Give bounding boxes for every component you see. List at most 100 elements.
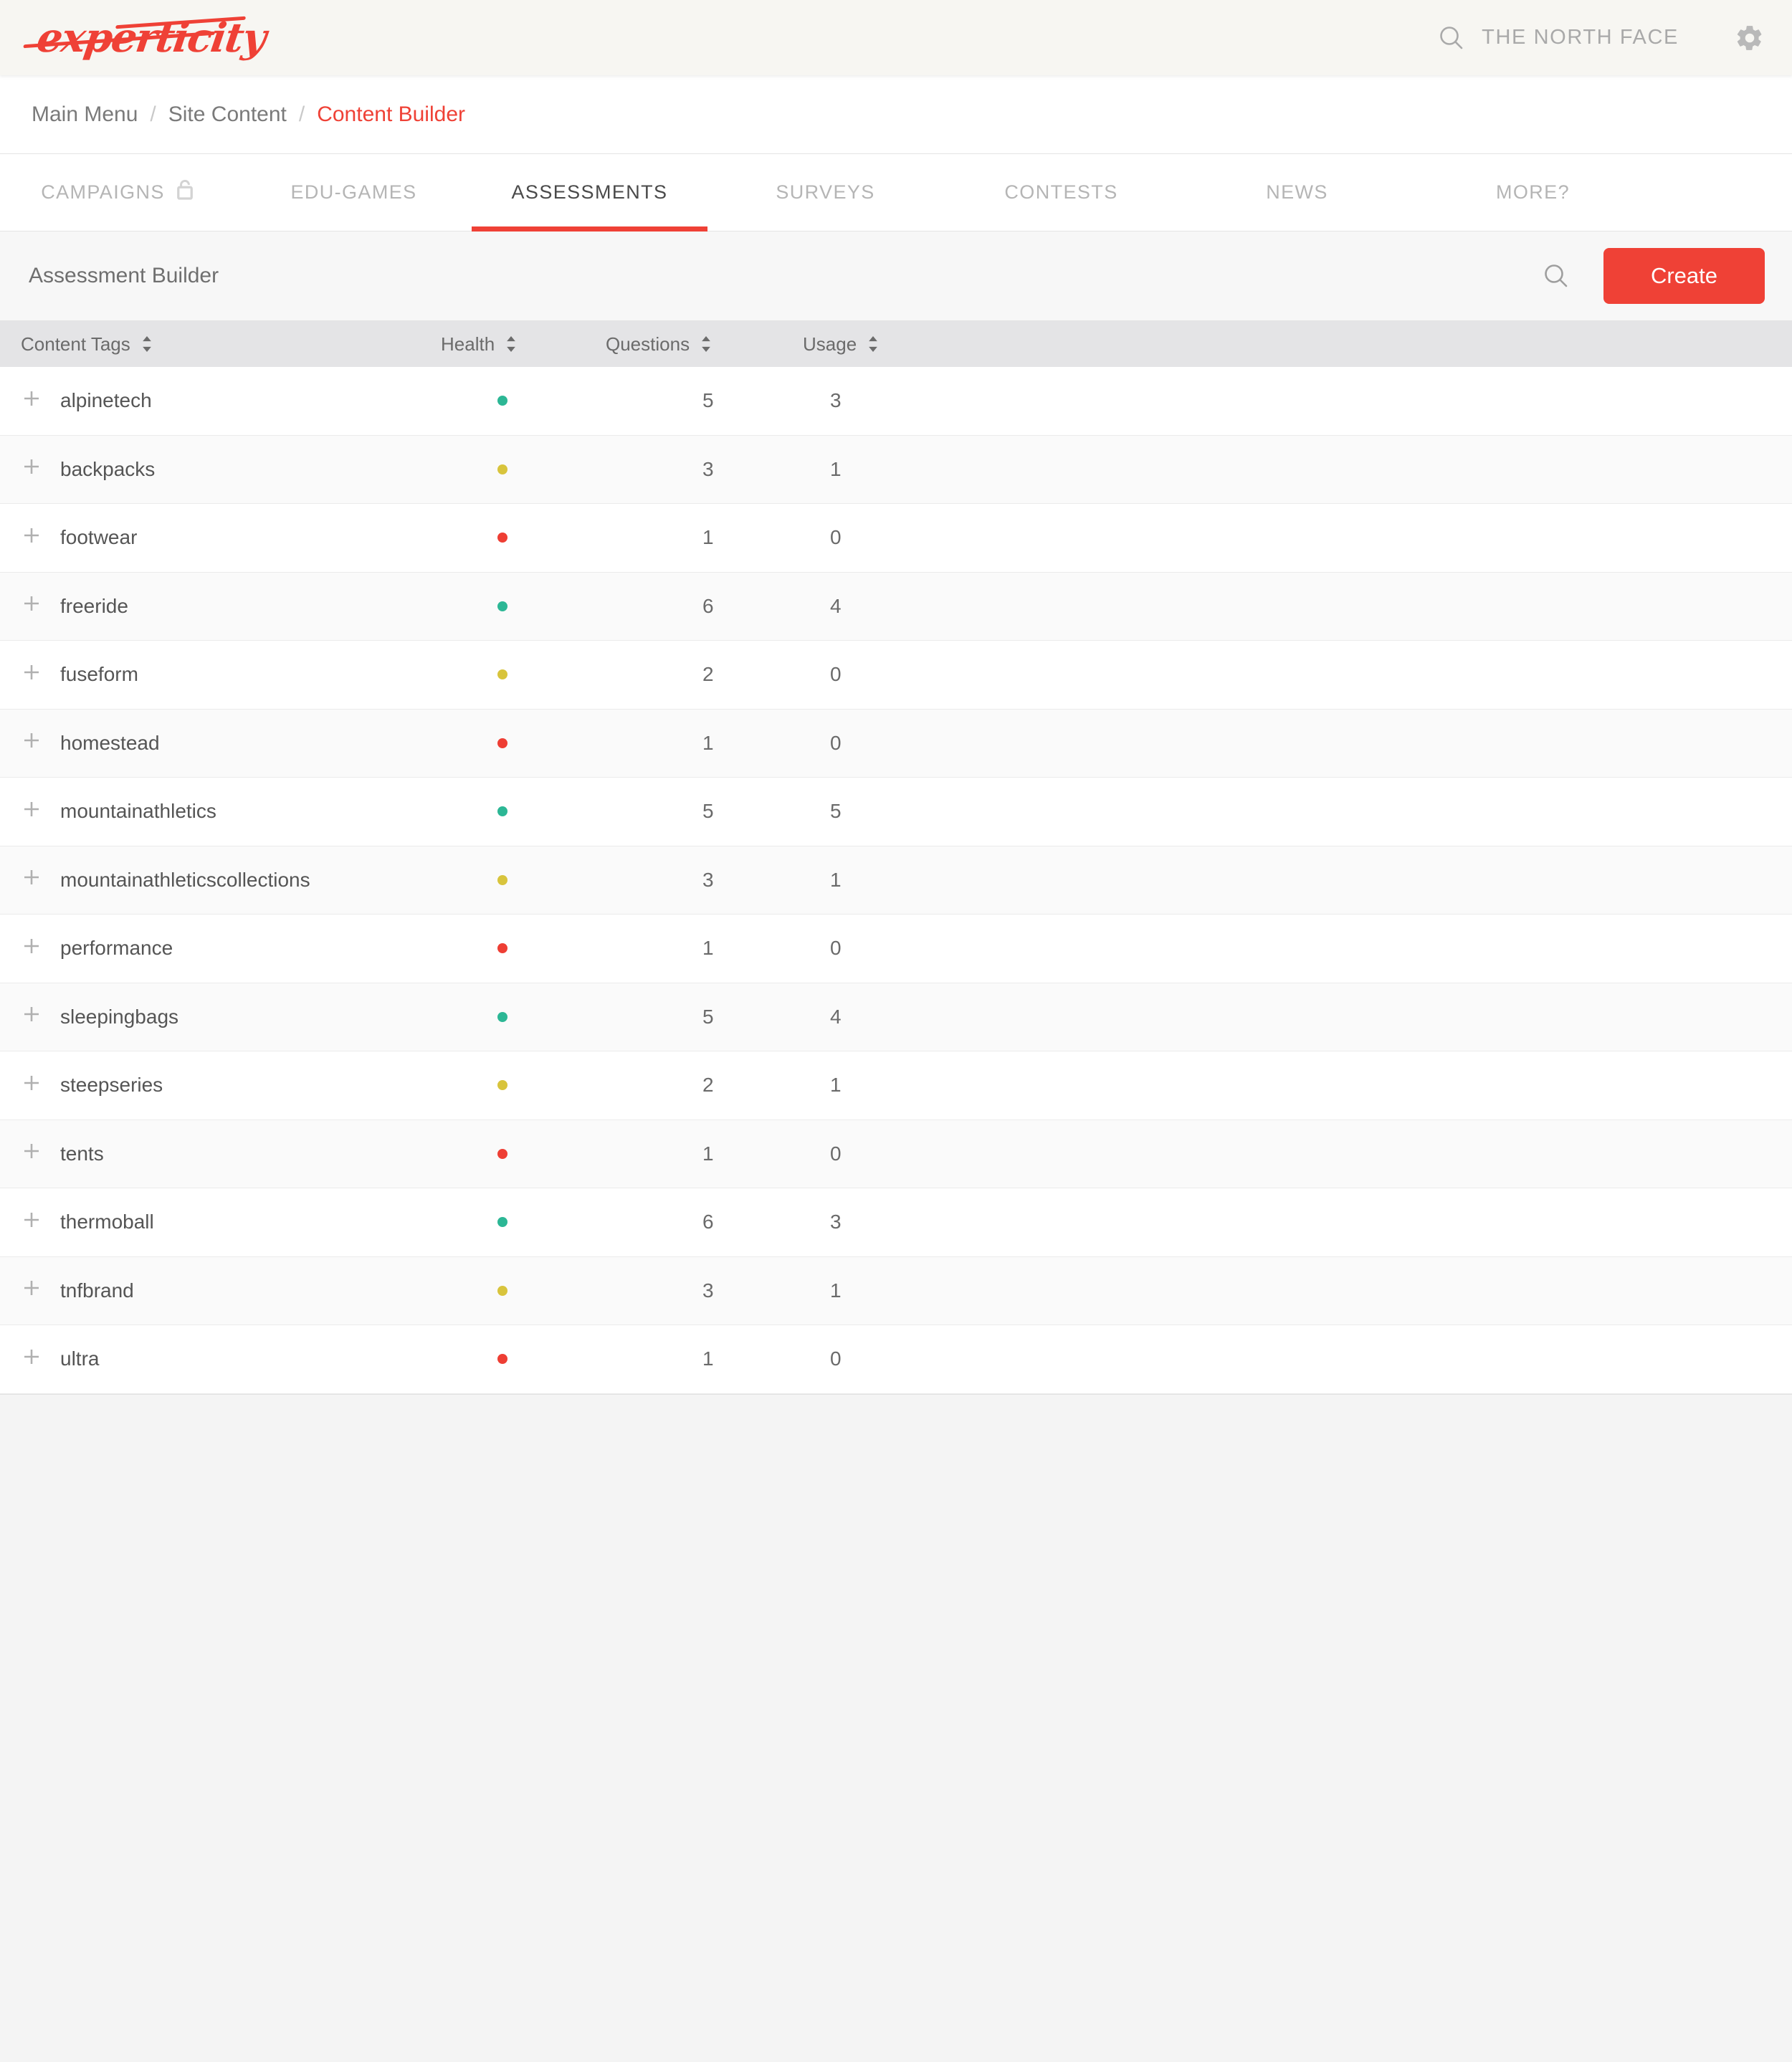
- expand-plus-icon[interactable]: [21, 1072, 42, 1099]
- tab-campaigns[interactable]: CAMPAIGNS: [0, 154, 236, 231]
- sort-icon[interactable]: [699, 335, 713, 353]
- top-bar-right: THE NORTH FACE: [1437, 23, 1765, 53]
- cell-health: [441, 943, 606, 954]
- column-header-questions[interactable]: Questions: [606, 333, 803, 355]
- lock-icon: [175, 178, 195, 203]
- cell-usage: 1: [830, 457, 842, 480]
- cell-questions: 1: [702, 731, 714, 754]
- table-row[interactable]: fuseform 2 0: [0, 641, 1792, 710]
- health-status-dot: [497, 874, 507, 885]
- brand-switcher[interactable]: THE NORTH FACE: [1437, 24, 1679, 52]
- expand-plus-icon[interactable]: [21, 798, 42, 825]
- tab-label: SURVEYS: [776, 181, 875, 203]
- expand-plus-icon[interactable]: [21, 730, 42, 756]
- table-row[interactable]: ultra 1 0: [0, 1325, 1792, 1394]
- tab-edu-games[interactable]: EDU-GAMES: [236, 154, 472, 231]
- cell-usage: 0: [830, 1142, 842, 1165]
- cell-questions: 1: [702, 937, 714, 960]
- expand-plus-icon[interactable]: [21, 1003, 42, 1030]
- content-tag-label: tnfbrand: [60, 1279, 134, 1302]
- search-icon[interactable]: [1542, 262, 1571, 290]
- breadcrumb-item-main-menu[interactable]: Main Menu: [32, 102, 138, 127]
- breadcrumb-item-site-content[interactable]: Site Content: [168, 102, 287, 127]
- cell-health: [441, 396, 606, 406]
- cell-health: [441, 1080, 606, 1091]
- breadcrumb-separator: /: [150, 102, 156, 126]
- table-row[interactable]: mountainathletics 5 5: [0, 778, 1792, 846]
- content-tag-label: steepseries: [60, 1074, 163, 1097]
- cell-questions: 3: [702, 457, 714, 480]
- cell-health: [441, 1217, 606, 1228]
- brand-name-label: THE NORTH FACE: [1482, 26, 1679, 49]
- cell-content-tag: thermoball: [0, 1209, 441, 1236]
- content-tag-label: mountainathletics: [60, 800, 216, 823]
- table-row[interactable]: homestead 1 0: [0, 709, 1792, 778]
- table-row[interactable]: backpacks 3 1: [0, 435, 1792, 504]
- cell-questions: 6: [702, 594, 714, 617]
- expand-plus-icon[interactable]: [21, 935, 42, 962]
- column-header-usage[interactable]: Usage: [803, 333, 1018, 355]
- cell-usage: 4: [830, 1005, 842, 1028]
- expand-plus-icon[interactable]: [21, 1277, 42, 1304]
- content-tag-label: footwear: [60, 526, 138, 549]
- table-row[interactable]: thermoball 6 3: [0, 1188, 1792, 1257]
- content-tag-label: tents: [60, 1142, 104, 1165]
- tab-more[interactable]: MORE?: [1415, 154, 1651, 231]
- expand-plus-icon[interactable]: [21, 662, 42, 688]
- column-label: Questions: [606, 333, 690, 355]
- cell-questions: 3: [702, 868, 714, 891]
- cell-questions: 2: [702, 1074, 714, 1097]
- table-row[interactable]: alpinetech 5 3: [0, 367, 1792, 436]
- health-status-dot: [497, 1080, 507, 1091]
- expand-plus-icon[interactable]: [21, 456, 42, 482]
- table-row[interactable]: footwear 1 0: [0, 504, 1792, 573]
- cell-questions: 5: [702, 389, 714, 412]
- health-status-dot: [497, 601, 507, 611]
- health-status-dot: [497, 396, 507, 406]
- tab-contests[interactable]: CONTESTS: [943, 154, 1179, 231]
- sort-icon[interactable]: [866, 335, 880, 353]
- logo-text: experticity: [34, 14, 269, 62]
- breadcrumb-separator: /: [298, 102, 305, 126]
- expand-plus-icon[interactable]: [21, 388, 42, 414]
- cell-content-tag: freeride: [0, 593, 441, 619]
- tab-assessments[interactable]: ASSESSMENTS: [472, 154, 707, 232]
- cell-usage: 1: [830, 1279, 842, 1302]
- gear-icon[interactable]: [1735, 23, 1765, 53]
- cell-content-tag: performance: [0, 935, 441, 962]
- cell-health: [441, 806, 606, 817]
- table-row[interactable]: steepseries 2 1: [0, 1051, 1792, 1120]
- tab-news[interactable]: NEWS: [1179, 154, 1415, 231]
- table-row[interactable]: tnfbrand 3 1: [0, 1256, 1792, 1325]
- expand-plus-icon[interactable]: [21, 1209, 42, 1236]
- experticity-logo[interactable]: experticity: [29, 14, 268, 62]
- expand-plus-icon[interactable]: [21, 1140, 42, 1167]
- expand-plus-icon[interactable]: [21, 593, 42, 619]
- cell-questions: 5: [702, 1005, 714, 1028]
- expand-plus-icon[interactable]: [21, 1346, 42, 1373]
- cell-health: [441, 601, 606, 611]
- column-label: Health: [441, 333, 495, 355]
- cell-content-tag: tents: [0, 1140, 441, 1167]
- cell-health: [441, 533, 606, 543]
- expand-plus-icon[interactable]: [21, 525, 42, 551]
- table-row[interactable]: sleepingbags 5 4: [0, 983, 1792, 1051]
- cell-questions: 1: [702, 1347, 714, 1370]
- sort-icon[interactable]: [140, 335, 154, 353]
- table-row[interactable]: tents 1 0: [0, 1120, 1792, 1188]
- cell-questions: 1: [702, 526, 714, 549]
- table-row[interactable]: freeride 6 4: [0, 572, 1792, 641]
- tab-surveys[interactable]: SURVEYS: [707, 154, 943, 231]
- create-button[interactable]: Create: [1603, 248, 1765, 304]
- cell-questions: 3: [702, 1279, 714, 1302]
- breadcrumb-item-content-builder[interactable]: Content Builder: [317, 102, 465, 127]
- column-header-health[interactable]: Health: [441, 333, 606, 355]
- page-title: Assessment Builder: [29, 264, 219, 287]
- sort-icon[interactable]: [504, 335, 518, 353]
- search-icon[interactable]: [1437, 24, 1466, 52]
- table-row[interactable]: performance 1 0: [0, 915, 1792, 983]
- tab-label: CAMPAIGNS: [41, 181, 165, 203]
- table-row[interactable]: mountainathleticscollections 3 1: [0, 846, 1792, 915]
- expand-plus-icon[interactable]: [21, 867, 42, 893]
- column-header-content-tags[interactable]: Content Tags: [0, 333, 441, 355]
